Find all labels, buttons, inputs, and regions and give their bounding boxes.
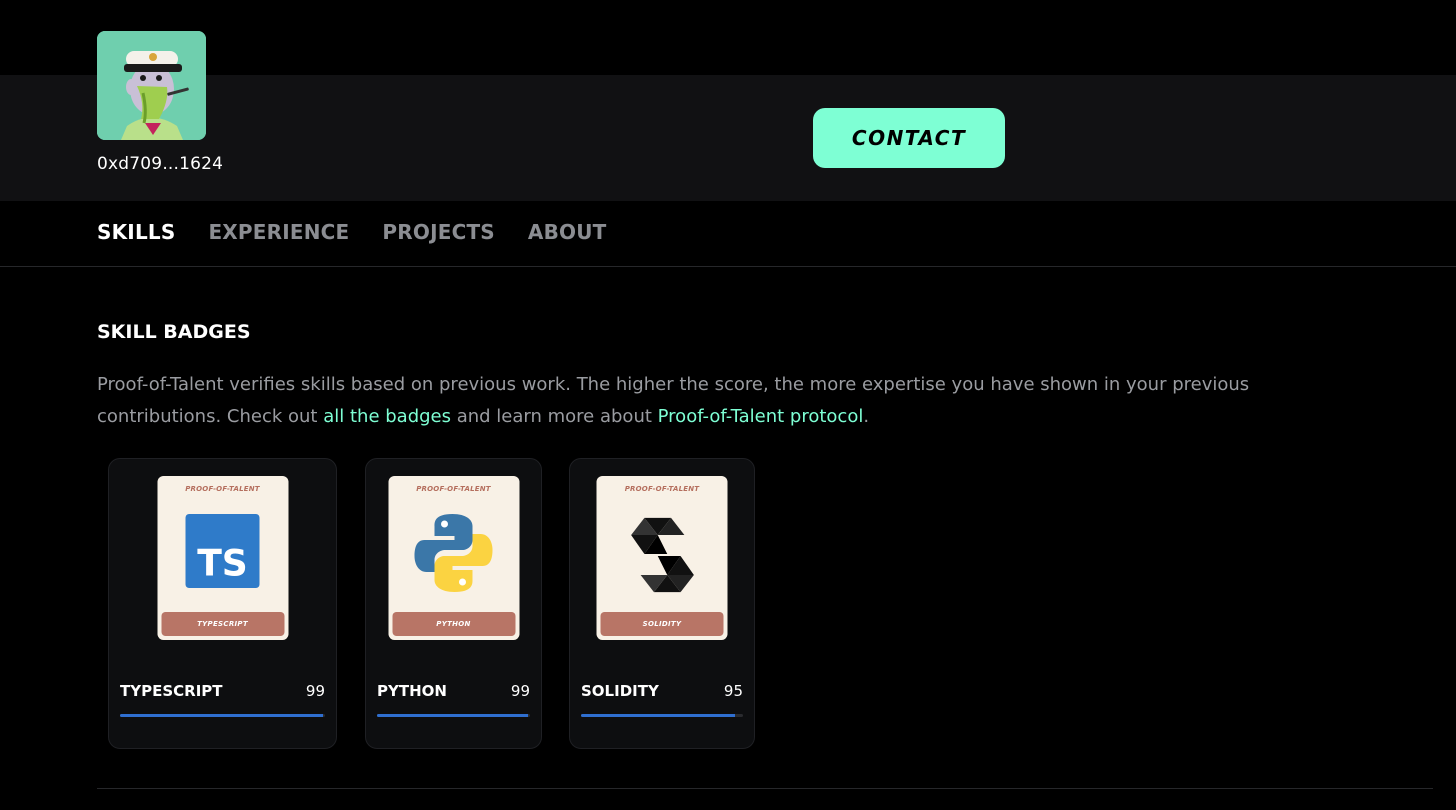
skill-badge-card[interactable]: PROOF-OF-TALENT TS TYPESCRIPT TYPESCRIPT… [108, 458, 337, 749]
skill-badge-card[interactable]: PROOF-OF-TALENT SOLIDITY SOLIDITY 95 [569, 458, 755, 749]
skill-score: 99 [305, 682, 325, 700]
skill-score: 99 [510, 682, 530, 700]
python-icon [414, 514, 493, 592]
badge-image: PROOF-OF-TALENT PYTHON [388, 476, 519, 640]
badge-label: TYPESCRIPT [161, 612, 284, 636]
skill-progress-fill [120, 714, 323, 717]
skill-progress-fill [581, 714, 735, 717]
svg-text:TS: TS [197, 542, 248, 584]
skill-progress [581, 714, 743, 717]
description-text: and learn more about [451, 406, 658, 427]
badge-header: PROOF-OF-TALENT [416, 485, 491, 493]
typescript-icon: TS [185, 514, 260, 588]
skill-badge-card[interactable]: PROOF-OF-TALENT PYTHON PYTHON 99 [365, 458, 542, 749]
skill-progress [120, 714, 325, 717]
skill-score: 95 [723, 682, 743, 700]
skill-name: PYTHON [377, 682, 447, 700]
badge-header: PROOF-OF-TALENT [624, 485, 700, 493]
badge-header: PROOF-OF-TALENT [185, 485, 260, 493]
tab-projects[interactable]: PROJECTS [382, 220, 495, 244]
skill-progress [377, 714, 530, 717]
tab-about[interactable]: ABOUT [528, 220, 607, 244]
tab-experience[interactable]: EXPERIENCE [208, 220, 349, 244]
tab-skills[interactable]: SKILLS [97, 220, 175, 244]
skill-progress-fill [377, 714, 529, 717]
badge-label: PYTHON [392, 612, 515, 636]
contact-button[interactable]: CONTACT [813, 108, 1005, 168]
avatar [97, 31, 206, 140]
section-description: Proof-of-Talent verifies skills based on… [97, 369, 1347, 433]
badge-image: PROOF-OF-TALENT SOLIDITY [596, 476, 728, 640]
badge-image: PROOF-OF-TALENT TS TYPESCRIPT [157, 476, 288, 640]
description-text: . [863, 406, 870, 427]
solidity-icon [630, 517, 694, 593]
all-badges-link[interactable]: all the badges [323, 406, 451, 427]
section-title: SKILL BADGES [97, 321, 251, 343]
profile-tabs: SKILLS EXPERIENCE PROJECTS ABOUT [97, 220, 607, 244]
wallet-address: 0xd709...1624 [97, 154, 224, 174]
avatar-image [97, 31, 206, 140]
proof-of-talent-link[interactable]: Proof-of-Talent protocol [658, 406, 864, 427]
section-divider [97, 788, 1433, 789]
skill-name: TYPESCRIPT [120, 682, 223, 700]
skill-name: SOLIDITY [581, 682, 659, 700]
badge-label: SOLIDITY [600, 612, 724, 636]
profile-header [0, 75, 1456, 201]
nav-divider [0, 266, 1456, 267]
